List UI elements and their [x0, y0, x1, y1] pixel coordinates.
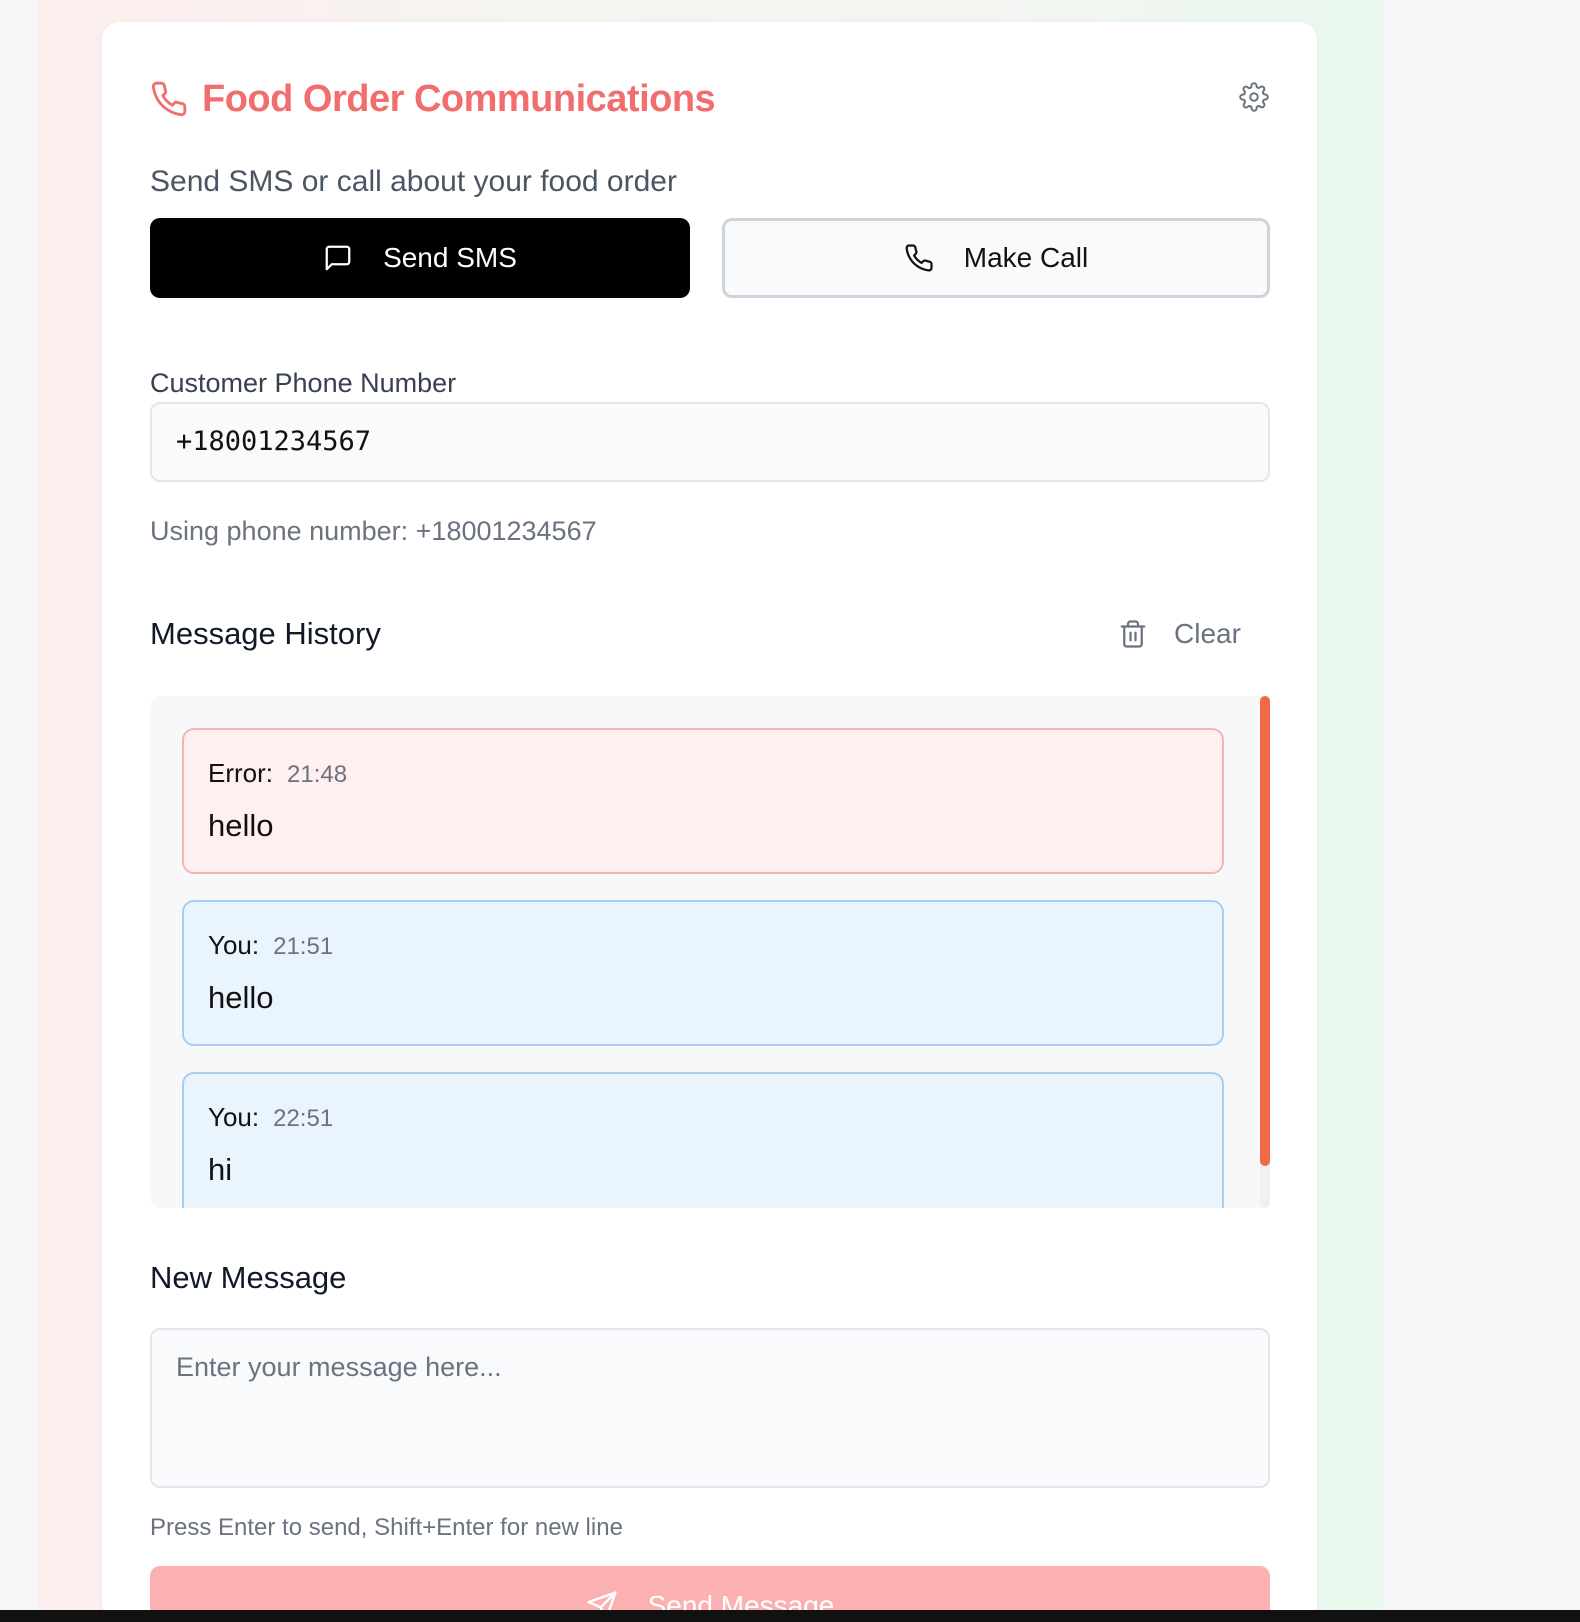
message-header: You: 21:51 [208, 928, 333, 964]
phone-number-status: Using phone number: +18001234567 [150, 516, 597, 546]
message-text: hello [208, 980, 274, 1015]
message-history-title: Message History [150, 616, 381, 651]
page: Food Order Communications Send SMS or ca… [0, 0, 1580, 1622]
send-sms-mode-button[interactable]: Send SMS [150, 218, 690, 298]
message-item: Error: 21:48 hello [182, 728, 1224, 874]
header: Food Order Communications [150, 74, 1269, 124]
message-time: 21:48 [287, 761, 348, 788]
make-call-label: Make Call [963, 242, 1089, 273]
message-header: You: 22:51 [208, 1100, 333, 1136]
phone-icon [904, 243, 934, 273]
make-call-mode-button[interactable]: Make Call [722, 218, 1270, 298]
message-time: 21:51 [273, 933, 334, 960]
message-item: You: 21:51 hello [182, 900, 1224, 1046]
message-item: You: 22:51 hi [182, 1072, 1224, 1208]
new-message-title: New Message [150, 1260, 347, 1295]
window-bottom-edge [0, 1610, 1580, 1622]
message-history-list[interactable]: Error: 21:48 hello You: 21:51 hello You: 22… [150, 696, 1270, 1208]
message-text: hello [208, 808, 274, 843]
clear-label: Clear [1174, 618, 1241, 649]
message-time: 22:51 [273, 1105, 334, 1132]
message-text: hi [208, 1152, 233, 1187]
trash-icon [1118, 618, 1148, 650]
page-subtitle: Send SMS or call about your food order [150, 165, 677, 198]
history-scrollbar[interactable] [1260, 696, 1270, 1208]
gear-icon[interactable] [1239, 82, 1269, 112]
communications-card: Food Order Communications Send SMS or ca… [102, 22, 1317, 1622]
page-title: Food Order Communications [202, 78, 716, 120]
send-sms-label: Send SMS [383, 242, 517, 273]
phone-number-label: Customer Phone Number [150, 368, 457, 398]
message-sender: Error: [208, 758, 273, 788]
phone-icon [150, 80, 188, 118]
clear-history-button[interactable]: Clear [1118, 612, 1241, 656]
composer-hint: Press Enter to send, Shift+Enter for new… [150, 1514, 623, 1541]
message-sender: You: [208, 930, 260, 960]
message-input[interactable] [150, 1328, 1270, 1488]
phone-number-input[interactable]: +18001234567 [150, 402, 1270, 482]
history-scrollbar-thumb[interactable] [1260, 696, 1270, 1166]
message-square-icon [323, 243, 353, 273]
message-header: Error: 21:48 [208, 756, 347, 792]
message-sender: You: [208, 1102, 260, 1132]
